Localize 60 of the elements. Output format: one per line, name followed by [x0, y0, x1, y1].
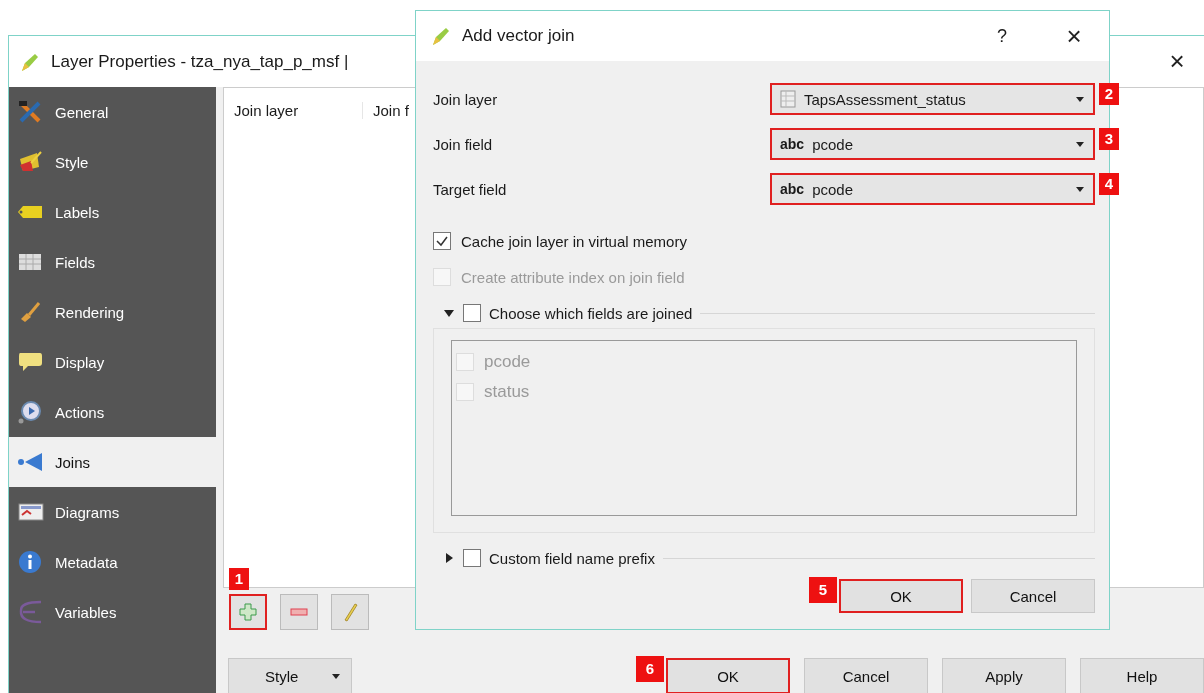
combo-box[interactable]: abc pcode: [770, 173, 1095, 205]
sidebar-item[interactable]: Diagrams: [9, 487, 216, 537]
type-tag: abc: [780, 136, 805, 152]
dialog-button[interactable]: OK: [839, 579, 963, 613]
callout-number: 6: [636, 656, 664, 682]
dialog-button[interactable]: Cancel: [971, 579, 1095, 613]
combo-value: pcode: [812, 135, 854, 153]
table-icon: [780, 90, 796, 108]
sidebar-item[interactable]: Joins: [9, 437, 216, 487]
sidebar-item[interactable]: Actions: [9, 387, 216, 437]
field-name: pcode: [484, 352, 531, 372]
group-label: Choose which fields are joined: [489, 304, 693, 322]
callout-number: 4: [1099, 173, 1119, 195]
field-label: Join field: [433, 135, 494, 153]
sidebar-item[interactable]: Display: [9, 337, 216, 387]
sidebar-item[interactable]: Fields: [9, 237, 216, 287]
sidebar-item[interactable]: Rendering: [9, 287, 216, 337]
add-button[interactable]: [229, 594, 267, 630]
dropdown-arrow-icon: [331, 672, 341, 680]
field-label: Target field: [433, 180, 508, 198]
combo-box[interactable]: TapsAssessment_status: [770, 83, 1095, 115]
checkmark-icon: [435, 234, 449, 248]
sidebar-item[interactable]: Labels: [9, 187, 216, 237]
combo-value: TapsAssessment_status: [804, 90, 967, 108]
sidebar-item[interactable]: Variables: [9, 587, 216, 637]
expand-triangle-icon[interactable]: [443, 307, 455, 319]
type-tag: abc: [780, 181, 805, 197]
dialog-button[interactable]: Help: [1080, 658, 1204, 693]
dialog-title: Add vector join: [462, 26, 575, 46]
close-button[interactable]: ×: [1160, 46, 1194, 77]
callout-number: 3: [1099, 128, 1119, 150]
pencil-layer-icon: [430, 25, 452, 47]
style-dropdown[interactable]: Style: [228, 658, 352, 693]
collapse-triangle-icon[interactable]: [443, 552, 455, 564]
callout-number: 5: [809, 577, 837, 603]
dropdown-arrow-icon: [1075, 185, 1085, 193]
group-label: Custom field name prefix: [489, 549, 655, 567]
dialog-button[interactable]: Apply: [942, 658, 1066, 693]
checkbox[interactable]: [433, 232, 451, 250]
field-name: status: [484, 382, 530, 402]
sidebar-item[interactable]: Metadata: [9, 537, 216, 587]
checkbox[interactable]: [463, 304, 481, 322]
combo-box[interactable]: abc pcode: [770, 128, 1095, 160]
sidebar-item[interactable]: Style: [9, 137, 216, 187]
checkbox[interactable]: [463, 549, 481, 567]
callout-number: 2: [1099, 83, 1119, 105]
help-button[interactable]: ?: [987, 25, 1017, 47]
add-icon: [238, 602, 258, 622]
dropdown-arrow-icon: [1075, 95, 1085, 103]
close-button[interactable]: ×: [1057, 20, 1091, 52]
dialog-button[interactable]: OK: [666, 658, 790, 693]
dialog-button[interactable]: Cancel: [804, 658, 928, 693]
checkbox-label: Create attribute index on join field: [461, 268, 685, 286]
combo-value: pcode: [812, 180, 854, 198]
column-header: Join layer: [224, 101, 363, 119]
sidebar-item[interactable]: General: [9, 87, 216, 137]
callout-number: 1: [229, 568, 249, 590]
window-title: Layer Properties - tza_nya_tap_p_msf |: [51, 51, 349, 72]
checkbox-label: Cache join layer in virtual memory: [461, 232, 687, 250]
dropdown-arrow-icon: [1075, 140, 1085, 148]
